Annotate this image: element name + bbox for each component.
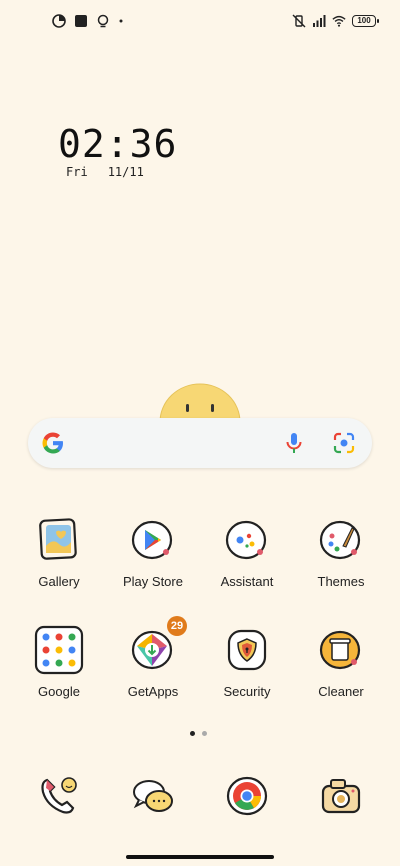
- page-dot: [202, 731, 207, 736]
- dot-icon: [119, 19, 123, 23]
- bulb-notification-icon: [97, 14, 109, 28]
- square-notification-icon: [75, 15, 87, 27]
- clock-date: 11/11: [107, 165, 144, 179]
- app-getapps[interactable]: 29 GetApps: [108, 616, 198, 699]
- app-security[interactable]: Security: [202, 628, 292, 699]
- camera-icon: [321, 779, 361, 814]
- themes-icon: [319, 520, 361, 560]
- gallery-icon: [39, 518, 77, 560]
- app-label: Play Store: [123, 574, 183, 589]
- app-label: Google: [38, 684, 80, 699]
- page-indicator: [190, 731, 207, 736]
- notification-badge: 29: [167, 616, 187, 636]
- mic-icon[interactable]: [282, 431, 306, 455]
- app-label: Cleaner: [318, 684, 364, 699]
- clock-time[interactable]: 02:36: [58, 122, 177, 166]
- clock-day: Fri: [66, 165, 88, 179]
- signal-icon: [313, 15, 326, 27]
- app-assistant[interactable]: Assistant: [202, 518, 292, 589]
- clock-date-row[interactable]: Fri 11/11: [66, 165, 144, 179]
- google-search-bar[interactable]: [28, 418, 372, 468]
- home-indicator-bar[interactable]: [126, 855, 274, 859]
- vibrate-icon: [292, 14, 306, 28]
- assistant-icon: [225, 520, 267, 560]
- chrome-icon: [226, 776, 268, 816]
- camera-lens-icon[interactable]: [332, 431, 356, 455]
- dock-phone[interactable]: [14, 774, 104, 818]
- app-themes[interactable]: Themes: [296, 518, 386, 589]
- dock-chrome[interactable]: [202, 774, 292, 818]
- app-label: Themes: [317, 574, 365, 589]
- phone-icon: [41, 777, 77, 814]
- security-icon: [227, 629, 267, 671]
- app-notification-icon: [52, 14, 66, 28]
- messages-icon: [133, 780, 173, 812]
- getapps-icon: [131, 630, 173, 670]
- dock-messages[interactable]: [108, 774, 198, 818]
- status-bar: 100: [0, 0, 400, 44]
- google-g-icon: [42, 432, 63, 454]
- app-label: Gallery: [38, 574, 80, 589]
- app-label: GetApps: [127, 684, 179, 699]
- app-cleaner[interactable]: Cleaner: [296, 628, 386, 699]
- page-dot-active: [190, 731, 195, 736]
- dock-camera[interactable]: [296, 774, 386, 818]
- cleaner-icon: [319, 630, 361, 670]
- app-play-store[interactable]: Play Store: [108, 518, 198, 589]
- play-store-icon: [131, 520, 173, 560]
- battery-indicator: 100: [352, 15, 379, 27]
- app-google-folder[interactable]: Google: [14, 625, 104, 699]
- app-label: Security: [223, 684, 271, 699]
- app-label: Assistant: [220, 574, 274, 589]
- app-gallery[interactable]: Gallery: [14, 518, 104, 589]
- google-folder-icon: [34, 625, 84, 675]
- wifi-icon: [332, 15, 346, 27]
